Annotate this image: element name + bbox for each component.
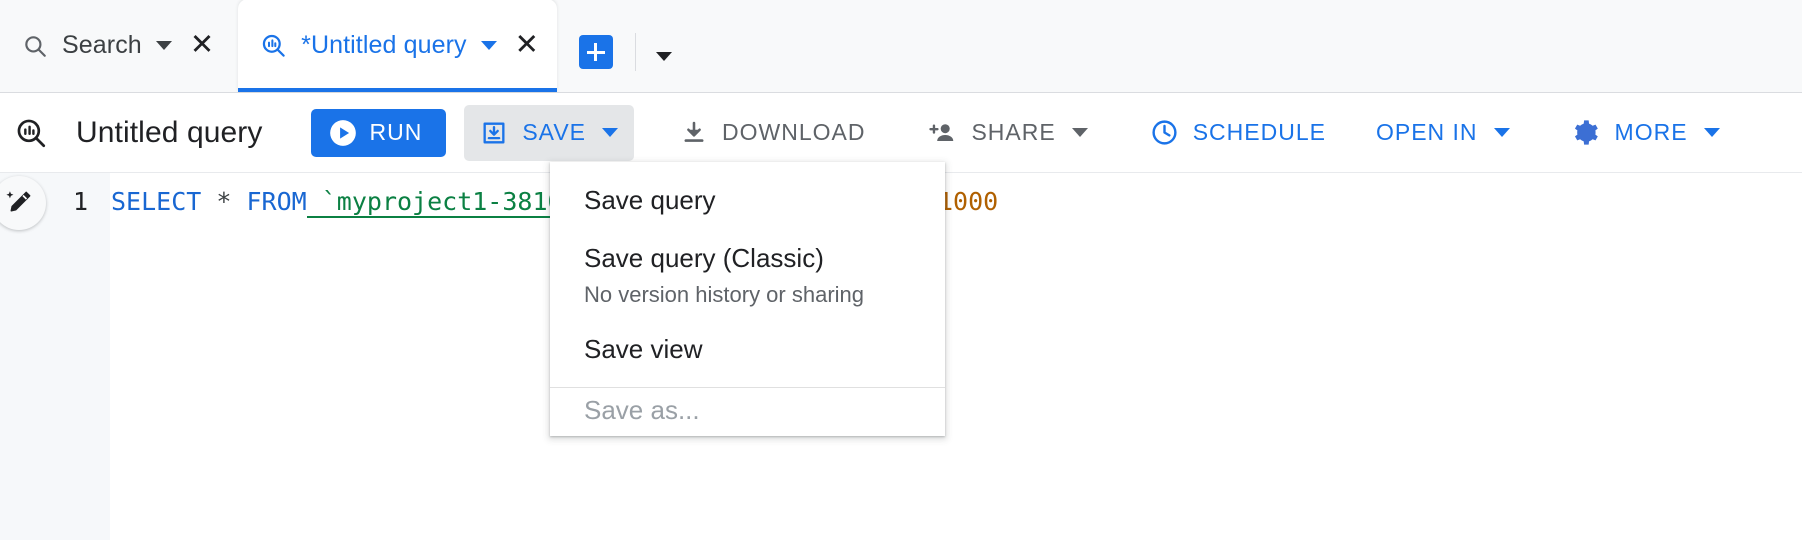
menu-item-save-query[interactable]: Save query bbox=[550, 172, 945, 230]
save-button[interactable]: SAVE bbox=[464, 104, 634, 161]
chevron-down-icon bbox=[1493, 128, 1510, 137]
chevron-down-icon[interactable] bbox=[155, 41, 172, 50]
tab-bar: Search ✕ *Untitled query ✕ bbox=[0, 0, 1802, 93]
tab-untitled-query-label: *Untitled query bbox=[301, 31, 467, 59]
close-icon[interactable]: ✕ bbox=[515, 31, 539, 60]
play-icon bbox=[329, 119, 357, 147]
download-button-label: DOWNLOAD bbox=[722, 119, 866, 145]
menu-item-title: Save query (Classic) bbox=[584, 242, 824, 273]
tab-bar-divider bbox=[634, 33, 636, 71]
tab-search-label: Search bbox=[62, 31, 142, 59]
line-number: 1 bbox=[72, 187, 88, 216]
more-button[interactable]: MORE bbox=[1556, 105, 1736, 161]
share-button[interactable]: SHARE bbox=[911, 105, 1103, 161]
sql-table-reference: `myproject1-38100 bbox=[306, 187, 578, 218]
menu-item-title: Save query bbox=[584, 185, 716, 215]
schedule-button[interactable]: SCHEDULE bbox=[1134, 105, 1342, 161]
download-button[interactable]: DOWNLOAD bbox=[664, 105, 881, 161]
menu-item-title: Save view bbox=[584, 334, 703, 365]
save-button-label: SAVE bbox=[522, 119, 586, 145]
chevron-down-icon[interactable] bbox=[480, 41, 497, 50]
sql-keyword-select: SELECT bbox=[111, 187, 202, 216]
sql-star: * bbox=[201, 187, 247, 216]
plus-icon-vertical bbox=[594, 43, 598, 61]
page-title: Untitled query bbox=[76, 115, 263, 149]
close-icon[interactable]: ✕ bbox=[190, 31, 214, 60]
menu-item-save-view[interactable]: Save view bbox=[550, 321, 945, 379]
menu-item-subtitle: No version history or sharing bbox=[584, 281, 865, 307]
save-icon bbox=[480, 119, 508, 147]
open-in-button[interactable]: OPEN IN bbox=[1360, 105, 1526, 161]
query-icon bbox=[14, 116, 48, 150]
new-tab-button[interactable] bbox=[578, 35, 613, 69]
menu-item-save-as[interactable]: Save as... bbox=[550, 388, 945, 436]
chevron-down-icon bbox=[1703, 128, 1720, 137]
run-button[interactable]: RUN bbox=[310, 108, 447, 157]
gear-icon bbox=[1572, 118, 1601, 147]
run-button-label: RUN bbox=[369, 119, 423, 145]
sql-number: 1000 bbox=[938, 187, 999, 216]
chevron-down-icon bbox=[655, 52, 672, 61]
share-button-label: SHARE bbox=[971, 119, 1056, 145]
query-toolbar: Untitled query RUN SAVE DOWNLOAD SHARE S… bbox=[0, 93, 1802, 173]
tab-search[interactable]: Search ✕ bbox=[0, 0, 228, 92]
tab-overflow-button[interactable] bbox=[655, 52, 672, 61]
menu-item-save-query-classic[interactable]: Save query (Classic) No version history … bbox=[550, 230, 945, 321]
download-icon bbox=[680, 119, 708, 147]
save-dropdown-menu: Save query Save query (Classic) No versi… bbox=[550, 162, 945, 436]
sql-keyword-from: FROM bbox=[246, 187, 307, 216]
schedule-button-label: SCHEDULE bbox=[1192, 119, 1326, 145]
open-in-button-label: OPEN IN bbox=[1375, 119, 1478, 145]
query-icon bbox=[260, 32, 287, 59]
chevron-down-icon bbox=[602, 128, 618, 137]
menu-item-title: Save as... bbox=[584, 394, 700, 425]
more-button-label: MORE bbox=[1614, 119, 1688, 145]
bigquery-query-editor-page: Search ✕ *Untitled query ✕ Untitled quer… bbox=[0, 0, 1802, 540]
tab-untitled-query[interactable]: *Untitled query ✕ bbox=[238, 0, 557, 92]
person-add-icon bbox=[927, 119, 957, 147]
search-icon bbox=[22, 33, 48, 59]
code-limit-value[interactable]: 1000 bbox=[938, 187, 998, 216]
code-line-1[interactable]: SELECT * FROM `myproject1-38100 bbox=[111, 187, 578, 218]
clock-icon bbox=[1150, 118, 1179, 147]
chevron-down-icon bbox=[1071, 128, 1088, 137]
